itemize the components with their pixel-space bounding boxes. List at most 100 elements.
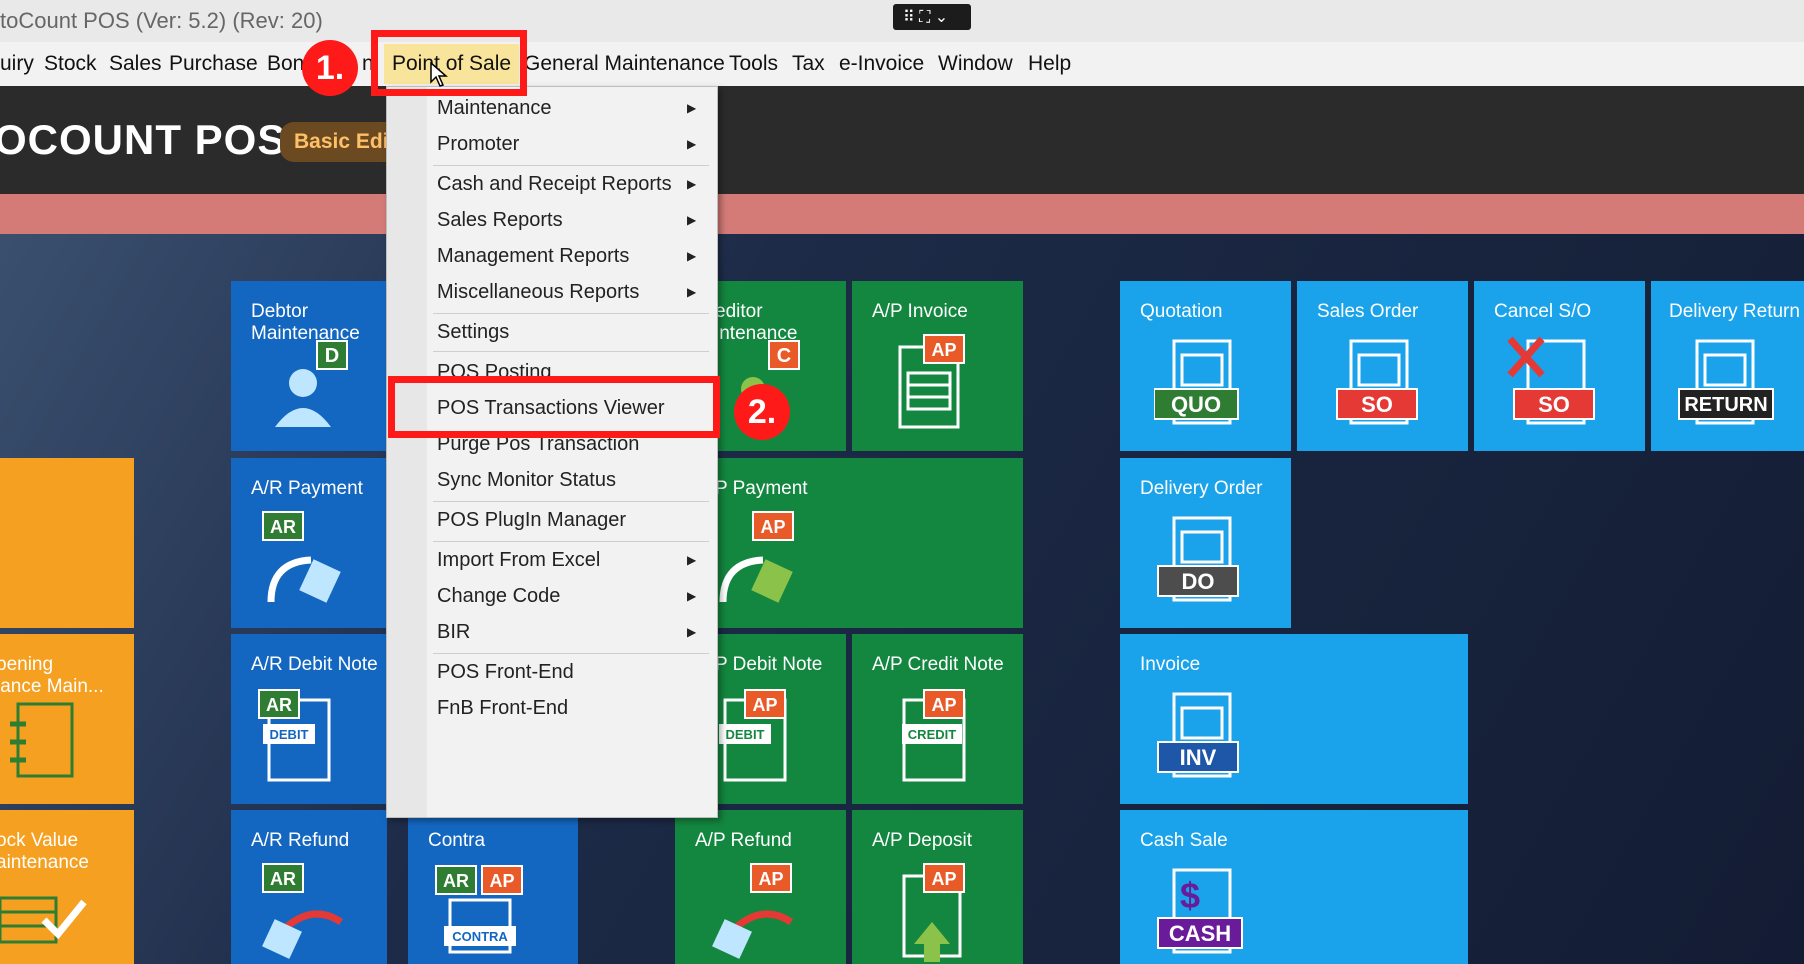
menu-item-sync-monitor-status[interactable]: Sync Monitor Status [437,463,709,497]
menu-stock[interactable]: Stock [44,42,97,86]
submenu-arrow-icon: ▶ [687,589,697,603]
svg-text:AP: AP [758,869,783,889]
svg-text:SO: SO [1538,392,1570,417]
remote-toolbar-widget[interactable]: ⠿ ⛶ ⌄ [893,4,971,30]
menu-item-fnb-front-end[interactable]: FnB Front-End [437,691,709,725]
menu-separator [433,653,709,654]
svg-text:AP: AP [931,869,956,889]
tile-orange-top[interactable] [0,458,134,628]
menu-item-pos-front-end[interactable]: POS Front-End [437,655,709,689]
menu-window[interactable]: Window [938,42,1013,86]
sales-order-icon: SO [1336,339,1418,425]
menu-separator [433,351,709,352]
tile-contra[interactable]: Contra AR AP CONTRA [408,810,578,964]
menu-tools[interactable]: Tools [729,42,778,86]
menu-item-bir[interactable]: BIR [437,615,709,649]
ap-deposit-icon: AP [902,863,965,962]
tile-delivery-return[interactable]: Delivery Return RETURN [1651,281,1804,451]
step-2-badge: 2. [734,384,790,440]
submenu-arrow-icon: ▶ [687,213,697,227]
tile-label: A/R Debit Note [251,654,378,675]
tile-label: P Payment [715,478,808,499]
quotation-icon: QUO [1154,339,1239,425]
ap-payment-icon: AP [719,511,794,603]
invoice-icon: INV [1157,692,1239,778]
menu-e-invoice[interactable]: e-Invoice [839,42,924,86]
tile-label: Sales Order [1317,301,1419,322]
submenu-arrow-icon: ▶ [687,285,697,299]
svg-text:AR: AR [270,517,296,537]
tile-label: Invoice [1140,654,1201,675]
edition-badge: Basic Edi [280,122,403,162]
menu-inquiry[interactable]: uiry [0,42,34,86]
tile-label: A/P Invoice [872,301,968,322]
svg-text:INV: INV [1180,745,1217,770]
tile-label: Delivery Order [1140,478,1263,499]
tile-ar-payment[interactable]: A/R Payment AR [231,458,387,628]
tile-label: pening lance Main... [0,654,104,697]
menu-separator [433,541,709,542]
tile-ar-refund[interactable]: A/R Refund AR [231,810,387,964]
svg-text:AP: AP [752,695,777,715]
tile-invoice[interactable]: Invoice INV [1120,634,1468,804]
brand-logo: OCOUNT POS [0,116,287,163]
ar-payment-icon: AR [262,511,341,603]
debtor-user-icon: D [275,340,348,427]
svg-text:DEBIT: DEBIT [270,727,309,742]
tile-debtor-maintenance[interactable]: Debtor Maintenance D [231,281,387,451]
svg-text:CREDIT: CREDIT [908,727,956,742]
menu-item-import-from-excel[interactable]: Import From Excel [437,543,709,577]
tile-cancel-so[interactable]: Cancel S/O SO [1474,281,1645,451]
tile-cash-sale[interactable]: Cash Sale $ CASH [1120,810,1468,964]
menu-tax[interactable]: Tax [792,42,825,86]
toolbar-icon[interactable]: ⠿ ⛶ ⌄ [903,7,948,27]
tile-label: Cancel S/O [1494,301,1592,322]
menu-bonus[interactable]: Bon [267,42,304,86]
menu-item-change-code[interactable]: Change Code [437,579,709,613]
tile-label: ock Value aintenance [0,830,89,873]
ap-refund-icon: AP [712,863,793,959]
tile-label: A/R Refund [251,830,350,851]
menu-purchase[interactable]: Purchase [169,42,258,86]
tile-ap-invoice[interactable]: A/P Invoice AP [852,281,1023,451]
menu-item-misc-reports[interactable]: Miscellaneous Reports [437,275,709,309]
menu-item-sales-reports[interactable]: Sales Reports [437,203,709,237]
checklist-icon [0,896,87,944]
svg-text:CONTRA: CONTRA [452,929,508,944]
tile-sales-order[interactable]: Sales Order SO [1297,281,1468,451]
window-title: toCount POS (Ver: 5.2) (Rev: 20) [0,8,323,33]
svg-text:SO: SO [1361,392,1393,417]
cancel-so-icon: SO [1507,336,1595,425]
tile-opening-balance[interactable]: pening lance Main... [0,634,134,804]
menu-item-promoter[interactable]: Promoter [437,127,709,161]
svg-text:$: $ [1180,875,1200,916]
menu-help[interactable]: Help [1028,42,1071,86]
svg-text:AP: AP [760,517,785,537]
tile-ar-debit-note[interactable]: A/R Debit Note AR DEBIT [231,634,387,804]
tile-quotation[interactable]: Quotation QUO [1120,281,1291,451]
menu-item-pos-plugin-manager[interactable]: POS PlugIn Manager [437,503,709,537]
svg-text:QUO: QUO [1171,392,1221,417]
svg-text:CASH: CASH [1169,921,1231,946]
tile-stock-value[interactable]: ock Value aintenance [0,810,134,964]
menu-sales[interactable]: Sales [109,42,162,86]
svg-text:AP: AP [489,871,514,891]
menu-item-cash-receipt-reports[interactable]: Cash and Receipt Reports [437,167,709,201]
menu-item-settings[interactable]: Settings [437,315,709,349]
tile-ap-payment[interactable]: P Payment AP [675,458,1023,628]
menu-item-management-reports[interactable]: Management Reports [437,239,709,273]
submenu-arrow-icon: ▶ [687,553,697,567]
tile-label: A/P Credit Note [872,654,1004,675]
menu-general-maintenance[interactable]: General Maintenance [524,42,725,86]
menu-item-maintenance[interactable]: Maintenance [437,91,709,125]
tile-delivery-order[interactable]: Delivery Order DO [1120,458,1291,628]
delivery-order-icon: DO [1157,516,1239,602]
menu-separator [433,501,709,502]
ap-debit-note-icon: AP DEBIT [719,689,787,782]
submenu-arrow-icon: ▶ [687,137,697,151]
app-header: OCOUNT POS Basic Edi [0,86,1804,194]
tile-ap-credit-note[interactable]: A/P Credit Note AP CREDIT [852,634,1023,804]
step-1-badge: 1. [302,40,358,96]
tile-ap-deposit[interactable]: A/P Deposit AP [852,810,1023,964]
tile-ap-refund[interactable]: A/P Refund AP [675,810,846,964]
